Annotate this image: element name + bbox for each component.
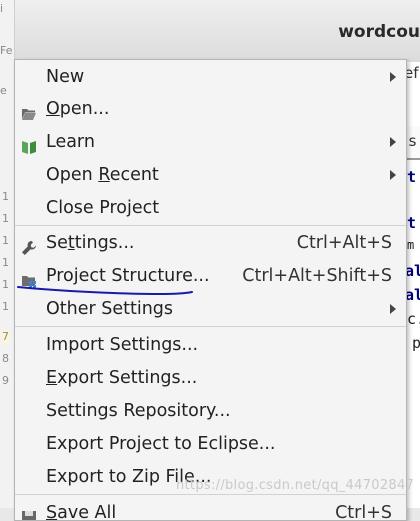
submenu-arrow-icon <box>390 170 396 180</box>
line-number: 1 <box>2 300 9 313</box>
menu-item-label: Open... <box>46 99 110 119</box>
code-fragment: c. <box>407 310 420 328</box>
menu-item-label: New <box>46 67 85 87</box>
menu-item-label: Learn <box>46 132 95 152</box>
project-structure-icon <box>21 268 37 288</box>
menu-separator <box>15 494 406 495</box>
menu-separator <box>15 225 406 226</box>
menu-item-label: Close Project <box>46 198 160 218</box>
left-fragment: Fe <box>0 44 13 57</box>
watermark: https://blog.csdn.net/qq_44702847 <box>176 478 415 493</box>
menu-item-label: Settings Repository... <box>46 401 231 421</box>
mnemonic-letter: S <box>46 503 58 521</box>
mnemonic-letter: t <box>67 233 75 253</box>
left-fragment: i <box>0 2 4 15</box>
menu-item-export-settings[interactable]: Export Settings... <box>15 362 406 394</box>
menu-item-settings[interactable]: Settings... Ctrl+Alt+S <box>15 227 406 259</box>
submenu-arrow-icon <box>390 137 396 147</box>
wrench-icon <box>21 235 37 255</box>
menu-item-label: Export Project to Eclipse... <box>46 434 276 454</box>
line-number: 1 <box>2 234 9 247</box>
menu-item-open-recent[interactable]: Open Recent <box>15 159 406 191</box>
ide-left-strip: i Fe e 1 1 1 1 1 1 7 8 9 <box>0 0 15 508</box>
menu-separator <box>15 326 406 327</box>
menu-item-label: Export Settings... <box>46 368 198 388</box>
menu-item-save-all[interactable]: Save All Ctrl+S <box>15 497 406 521</box>
folder-open-icon <box>21 101 37 120</box>
menu-item-close-project[interactable]: Close Project <box>15 192 406 224</box>
menu-item-learn[interactable]: Learn <box>15 126 406 158</box>
line-number: 8 <box>2 352 9 365</box>
mnemonic-letter: O <box>46 99 60 119</box>
line-number: 9 <box>2 374 9 387</box>
line-number: 1 <box>2 278 9 291</box>
menu-item-import-settings[interactable]: Import Settings... <box>15 329 406 361</box>
menu-item-other-settings[interactable]: Other Settings <box>15 293 406 325</box>
menu-item-project-structure[interactable]: Project Structure... Ctrl+Alt+Shift+S <box>15 260 406 292</box>
menu-item-settings-repository[interactable]: Settings Repository... <box>15 395 406 427</box>
save-icon <box>21 505 37 520</box>
submenu-arrow-icon <box>390 72 396 82</box>
file-menu: New Open... Learn Open Recent Close Proj… <box>14 59 407 521</box>
menu-item-new[interactable]: New <box>15 61 406 93</box>
window-title: wordcou <box>338 22 420 42</box>
menu-item-label: Project Structure... <box>46 266 210 286</box>
menu-item-shortcut: Ctrl+Alt+S <box>296 233 392 253</box>
menu-item-label: Save All <box>46 503 117 521</box>
code-fragment: t <box>407 214 417 232</box>
menu-item-shortcut: Ctrl+Alt+Shift+S <box>242 266 392 286</box>
mnemonic-letter: R <box>98 165 110 185</box>
menu-item-label: Open Recent <box>46 165 159 185</box>
mnemonic-letter: E <box>46 368 58 388</box>
menu-item-shortcut: Ctrl+S <box>335 503 392 521</box>
code-fragment: t <box>407 168 417 186</box>
menu-item-label: Other Settings <box>46 299 174 319</box>
menu-item-label: Import Settings... <box>46 335 199 355</box>
code-fragment: al <box>405 286 420 304</box>
menu-item-open[interactable]: Open... <box>15 93 406 125</box>
line-number: 1 <box>2 190 9 203</box>
ide-title-bar: wordcou <box>0 0 420 63</box>
menu-item-export-to-eclipse[interactable]: Export Project to Eclipse... <box>15 428 406 460</box>
left-fragment: e <box>0 84 7 97</box>
line-number: 1 <box>2 212 9 225</box>
code-fragment: p <box>412 334 420 352</box>
code-fragment: al <box>405 262 420 280</box>
line-number: 1 <box>2 256 9 269</box>
line-number: 7 <box>2 330 9 343</box>
menu-item-label: Settings... <box>46 233 135 253</box>
book-icon <box>21 134 37 154</box>
code-fragment: m <box>407 238 415 252</box>
submenu-arrow-icon <box>390 304 396 314</box>
